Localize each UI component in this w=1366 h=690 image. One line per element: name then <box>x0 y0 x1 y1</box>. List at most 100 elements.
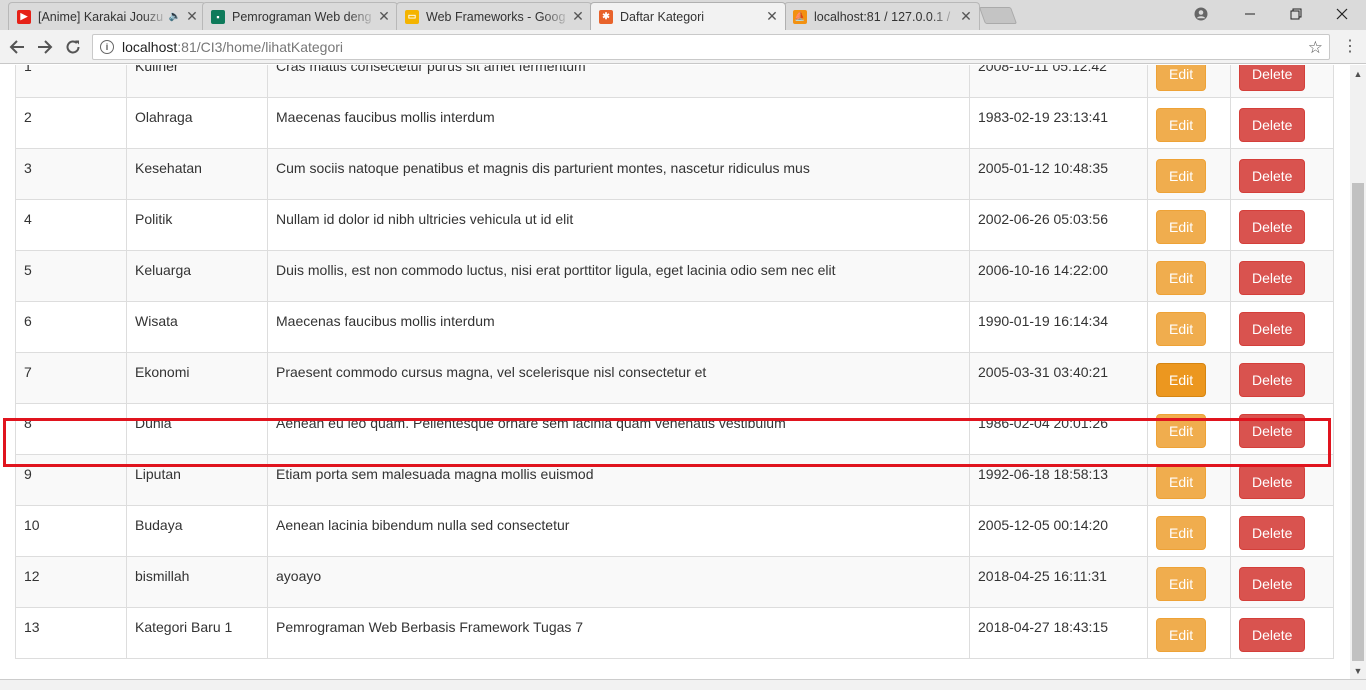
edit-button[interactable]: Edit <box>1156 210 1207 244</box>
cell-date: 2005-12-05 00:14:20 <box>969 505 1148 557</box>
cell-description: Duis mollis, est non commodo luctus, nis… <box>267 250 970 302</box>
cell-edit: Edit <box>1147 65 1231 98</box>
scrollbar-thumb[interactable] <box>1352 183 1364 661</box>
cell-delete: Delete <box>1230 454 1334 506</box>
cell-name: Dunia <box>126 403 268 455</box>
reload-icon[interactable] <box>61 35 85 59</box>
delete-button[interactable]: Delete <box>1239 465 1306 499</box>
cell-description: Maecenas faucibus mollis interdum <box>267 301 970 353</box>
cell-delete: Delete <box>1230 199 1334 251</box>
cell-id: 13 <box>15 607 127 659</box>
edit-button[interactable]: Edit <box>1156 363 1207 397</box>
cell-description: Praesent commodo cursus magna, vel scele… <box>267 352 970 404</box>
vertical-scrollbar[interactable]: ▲ ▼ <box>1350 65 1366 679</box>
delete-button[interactable]: Delete <box>1239 618 1306 652</box>
codeigniter-icon: ✱ <box>599 9 613 24</box>
close-tab-icon[interactable]: ✕ <box>765 8 779 25</box>
tab-daftar-kategori[interactable]: ✱ Daftar Kategori ✕ <box>590 2 786 30</box>
close-window-icon[interactable] <box>1319 0 1365 28</box>
minimize-icon[interactable] <box>1227 0 1273 28</box>
cell-id: 4 <box>15 199 127 251</box>
close-tab-icon[interactable]: ✕ <box>571 8 585 25</box>
forward-arrow-icon[interactable] <box>33 35 57 59</box>
cell-name: Kesehatan <box>126 148 268 200</box>
cell-name: Keluarga <box>126 250 268 302</box>
table-row: 2 Olahraga Maecenas faucibus mollis interd… <box>15 97 1334 149</box>
edit-button[interactable]: Edit <box>1156 465 1207 499</box>
edit-button[interactable]: Edit <box>1156 261 1207 295</box>
tab-title: [Anime] Karakai Jouzu <box>38 9 164 24</box>
edit-button[interactable]: Edit <box>1156 159 1207 193</box>
delete-button[interactable]: Delete <box>1239 312 1306 346</box>
edit-button[interactable]: Edit <box>1156 567 1207 601</box>
tab-youtube[interactable]: ▶ [Anime] Karakai Jouzu 🔈 ✕ <box>8 2 206 30</box>
scroll-up-icon[interactable]: ▲ <box>1350 65 1366 82</box>
cell-name: Olahraga <box>126 97 268 149</box>
browser-toolbar: i localhost:81/CI3/home/lihatKategori ☆ … <box>0 30 1366 64</box>
table-row: 13 Kategori Baru 1 Pemrograman Web Berbasi… <box>15 607 1334 659</box>
cell-id: 2 <box>15 97 127 149</box>
delete-button[interactable]: Delete <box>1239 363 1306 397</box>
tab-classroom[interactable]: ▪ Pemrograman Web deng ✕ <box>202 2 398 30</box>
delete-button[interactable]: Delete <box>1239 159 1306 193</box>
tab-slides[interactable]: ▭ Web Frameworks - Goog ✕ <box>396 2 592 30</box>
speaker-icon[interactable]: 🔈 <box>169 11 181 22</box>
page-content: 1 Kuliner Cras mattis consectetur purus si… <box>0 65 1350 679</box>
delete-button[interactable]: Delete <box>1239 567 1306 601</box>
cell-delete: Delete <box>1230 148 1334 200</box>
classroom-icon: ▪ <box>211 9 225 24</box>
delete-button[interactable]: Delete <box>1239 414 1306 448</box>
cell-description: Cum sociis natoque penatibus et magnis d… <box>267 148 970 200</box>
kategori-table: 1 Kuliner Cras mattis consectetur purus si… <box>15 65 1334 659</box>
close-tab-icon[interactable]: ✕ <box>959 8 973 25</box>
cell-edit: Edit <box>1147 556 1231 608</box>
cell-delete: Delete <box>1230 97 1334 149</box>
tab-phpmyadmin[interactable]: ⛵ localhost:81 / 127.0.0.1 / ✕ <box>784 2 980 30</box>
youtube-icon: ▶ <box>17 9 31 24</box>
edit-button[interactable]: Edit <box>1156 414 1207 448</box>
tab-title: Daftar Kategori <box>620 9 705 24</box>
delete-button[interactable]: Delete <box>1239 261 1306 295</box>
cell-id: 9 <box>15 454 127 506</box>
profile-icon[interactable] <box>1178 0 1224 28</box>
scroll-down-icon[interactable]: ▼ <box>1350 662 1366 679</box>
back-arrow-icon[interactable] <box>5 35 29 59</box>
cell-edit: Edit <box>1147 403 1231 455</box>
cell-description: Aenean eu leo quam. Pellentesque ornare … <box>267 403 970 455</box>
cell-date: 1992-06-18 18:58:13 <box>969 454 1148 506</box>
cell-date: 1990-01-19 16:14:34 <box>969 301 1148 353</box>
restore-icon[interactable] <box>1273 0 1319 28</box>
edit-button[interactable]: Edit <box>1156 65 1207 91</box>
bookmark-star-icon[interactable]: ☆ <box>1308 38 1323 58</box>
table-row: 12 bismillah ayoayo 2018-04-25 16:11:31 Edit… <box>15 556 1334 608</box>
address-bar[interactable]: i localhost:81/CI3/home/lihatKategori ☆ <box>92 34 1330 60</box>
close-tab-icon[interactable]: ✕ <box>377 8 391 25</box>
delete-button[interactable]: Delete <box>1239 516 1306 550</box>
cell-date: 2005-03-31 03:40:21 <box>969 352 1148 404</box>
cell-delete: Delete <box>1230 301 1334 353</box>
delete-button[interactable]: Delete <box>1239 108 1306 142</box>
cell-name: Wisata <box>126 301 268 353</box>
edit-button[interactable]: Edit <box>1156 618 1207 652</box>
edit-button[interactable]: Edit <box>1156 108 1207 142</box>
cell-edit: Edit <box>1147 250 1231 302</box>
cell-delete: Delete <box>1230 352 1334 404</box>
tab-strip: ▶ [Anime] Karakai Jouzu 🔈 ✕ ▪ Pemrograma… <box>0 0 1366 30</box>
info-icon[interactable]: i <box>100 40 114 54</box>
delete-button[interactable]: Delete <box>1239 65 1306 91</box>
slides-icon: ▭ <box>405 9 419 24</box>
cell-name: Liputan <box>126 454 268 506</box>
phpmyadmin-icon: ⛵ <box>793 9 807 24</box>
edit-button[interactable]: Edit <box>1156 516 1207 550</box>
url-path: :81/CI3/home/lihatKategori <box>177 39 344 55</box>
cell-date: 2018-04-25 16:11:31 <box>969 556 1148 608</box>
cell-edit: Edit <box>1147 148 1231 200</box>
edit-button[interactable]: Edit <box>1156 312 1207 346</box>
new-tab-button[interactable] <box>978 7 1018 24</box>
tab-title: localhost:81 / 127.0.0.1 / <box>814 9 951 24</box>
close-tab-icon[interactable]: ✕ <box>185 8 199 25</box>
tab-title: Pemrograman Web deng <box>232 9 372 24</box>
table-row: 5 Keluarga Duis mollis, est non commodo lu… <box>15 250 1334 302</box>
delete-button[interactable]: Delete <box>1239 210 1306 244</box>
menu-icon[interactable]: ⋮ <box>1342 37 1358 57</box>
